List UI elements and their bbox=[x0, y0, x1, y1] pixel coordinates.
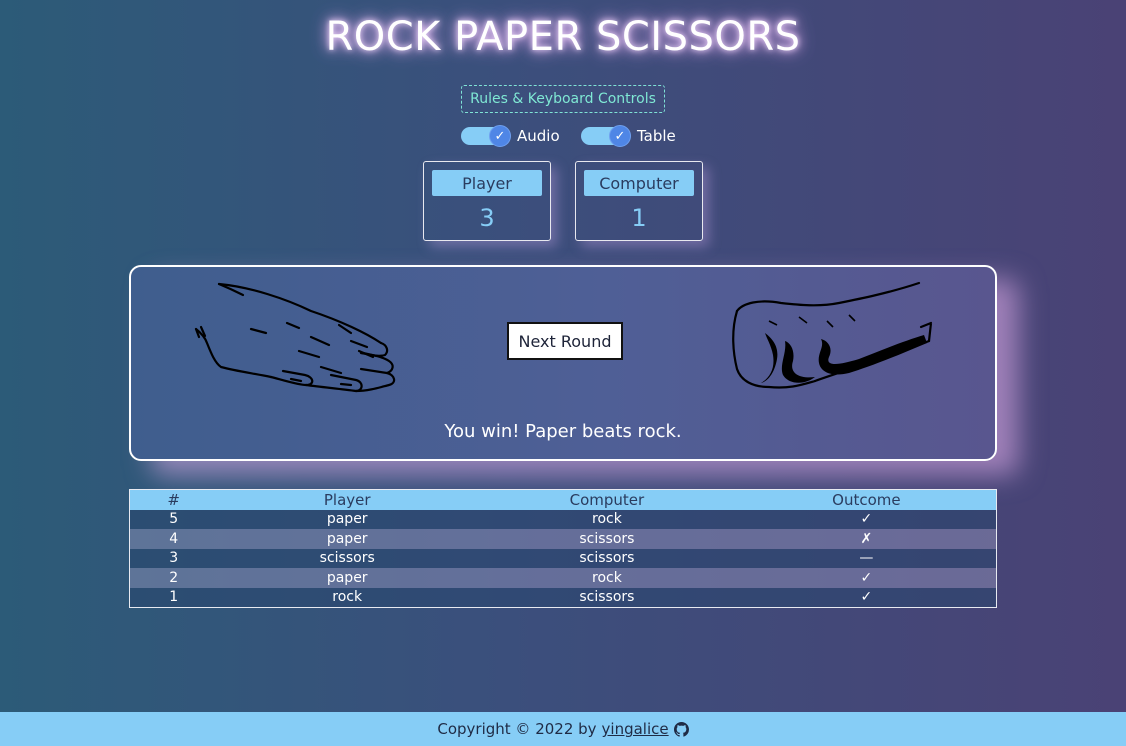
table-row: 1 rock scissors ✓ bbox=[129, 587, 997, 607]
computer-choice: scissors bbox=[477, 548, 737, 568]
computer-choice: scissors bbox=[477, 529, 737, 549]
round-number: 5 bbox=[129, 509, 218, 529]
computer-score-card: Computer 1 bbox=[575, 161, 703, 241]
round-number: 2 bbox=[129, 568, 218, 588]
player-score-card: Player 3 bbox=[423, 161, 551, 241]
column-header-outcome: Outcome bbox=[736, 489, 997, 510]
history-header-row: # Player Computer Outcome bbox=[129, 489, 997, 510]
author-link[interactable]: yingalice bbox=[602, 720, 669, 738]
computer-score-label: Computer bbox=[584, 170, 694, 196]
column-header-number: # bbox=[129, 489, 218, 510]
table-row: 2 paper rock ✓ bbox=[129, 568, 997, 588]
outcome-win-icon: ✓ bbox=[736, 568, 997, 588]
column-header-player: Player bbox=[217, 489, 478, 510]
rules-button[interactable]: Rules & Keyboard Controls bbox=[461, 85, 665, 113]
round-result-text: You win! Paper beats rock. bbox=[444, 421, 682, 442]
table-row: 3 scissors scissors — bbox=[129, 548, 997, 568]
audio-toggle[interactable]: ✓ Audio bbox=[461, 124, 560, 148]
player-score-label: Player bbox=[432, 170, 542, 196]
round-number: 3 bbox=[129, 548, 218, 568]
github-icon[interactable] bbox=[673, 721, 689, 737]
outcome-lose-icon: ✗ bbox=[736, 529, 997, 549]
player-score-value: 3 bbox=[479, 204, 495, 232]
audio-toggle-switch[interactable]: ✓ bbox=[461, 125, 511, 147]
copyright-text: Copyright © 2022 by bbox=[437, 720, 597, 738]
computer-choice: rock bbox=[477, 568, 737, 588]
computer-choice: rock bbox=[477, 509, 737, 529]
table-toggle-switch[interactable]: ✓ bbox=[581, 125, 631, 147]
check-icon: ✓ bbox=[609, 125, 631, 147]
table-row: 5 paper rock ✓ bbox=[129, 509, 997, 529]
page-title: ROCK PAPER SCISSORS bbox=[325, 14, 801, 60]
player-choice: rock bbox=[217, 587, 478, 607]
history-table: # Player Computer Outcome 5 paper rock ✓… bbox=[129, 489, 997, 608]
outcome-win-icon: ✓ bbox=[736, 509, 997, 529]
player-choice: paper bbox=[217, 529, 478, 549]
paper-hand-icon bbox=[194, 282, 396, 393]
table-toggle-label: Table bbox=[637, 127, 676, 145]
outcome-tie-icon: — bbox=[736, 548, 997, 568]
computer-score-value: 1 bbox=[631, 204, 647, 232]
computer-choice: scissors bbox=[477, 587, 737, 607]
round-number: 1 bbox=[129, 587, 218, 607]
outcome-win-icon: ✓ bbox=[736, 587, 997, 607]
audio-toggle-label: Audio bbox=[517, 127, 560, 145]
game-arena: Next Round You win! Paper beats rock. bbox=[129, 265, 997, 461]
table-row: 4 paper scissors ✗ bbox=[129, 529, 997, 549]
player-choice: paper bbox=[217, 509, 478, 529]
footer: Copyright © 2022 by yingalice bbox=[0, 712, 1126, 746]
player-choice: paper bbox=[217, 568, 478, 588]
check-icon: ✓ bbox=[489, 125, 511, 147]
column-header-computer: Computer bbox=[477, 489, 737, 510]
rock-fist-icon bbox=[732, 281, 933, 389]
round-number: 4 bbox=[129, 529, 218, 549]
player-choice: scissors bbox=[217, 548, 478, 568]
table-toggle[interactable]: ✓ Table bbox=[581, 124, 676, 148]
next-round-button[interactable]: Next Round bbox=[507, 322, 623, 360]
